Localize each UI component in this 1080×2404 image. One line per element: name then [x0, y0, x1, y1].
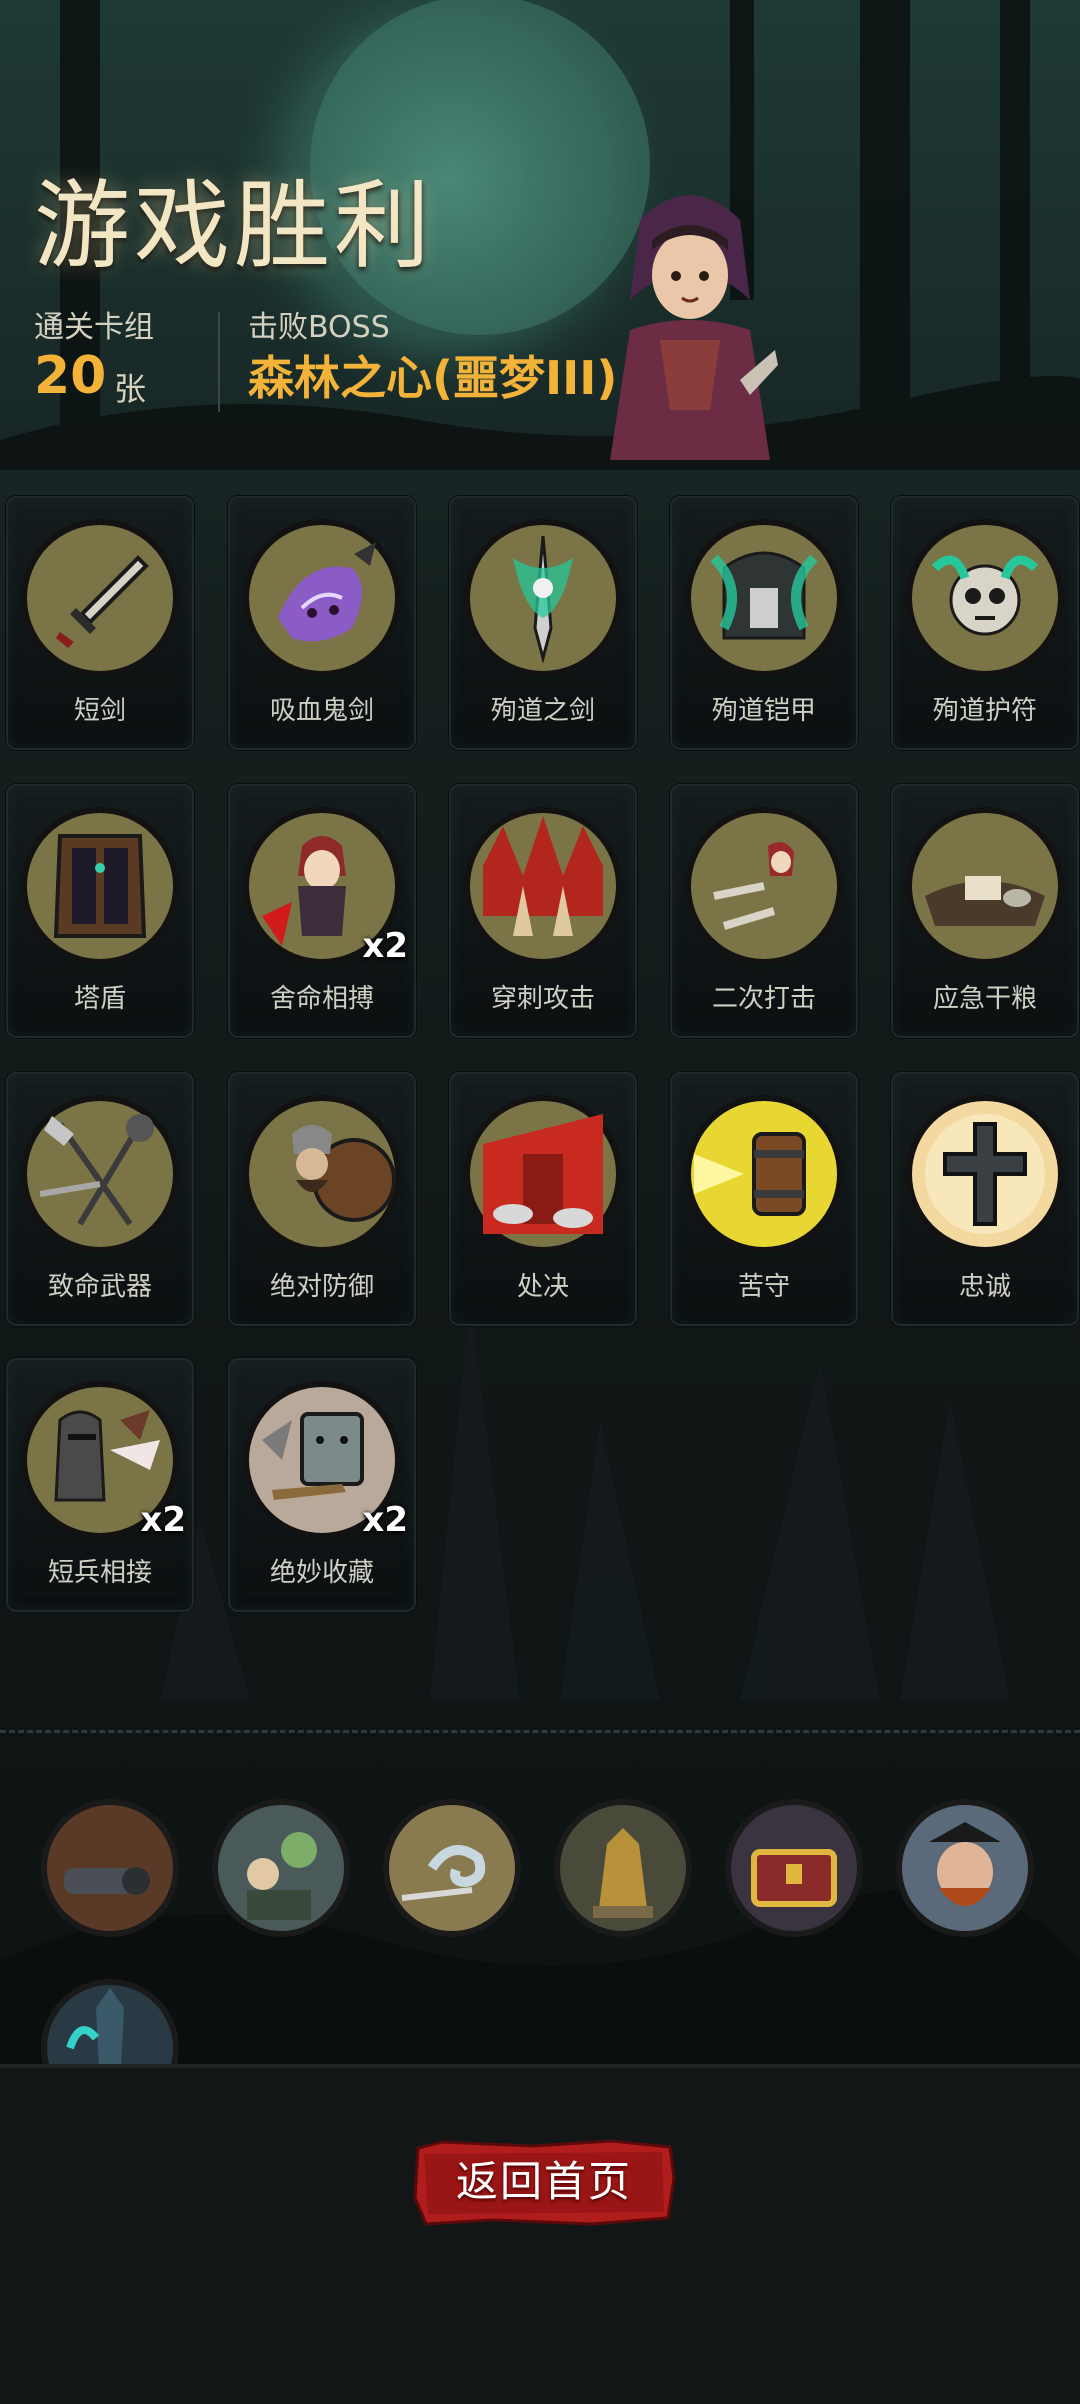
card-name: 绝对防御	[269, 1272, 374, 1302]
deck-card[interactable]: 处决	[449, 1072, 637, 1326]
deck-card[interactable]: 舍命相搏 x2	[228, 784, 416, 1038]
card-name: 致命武器	[47, 1272, 152, 1302]
wind-swirl-relic-icon[interactable]	[382, 1798, 522, 1938]
deck-card[interactable]: 塔盾	[6, 784, 194, 1038]
deck-card[interactable]: 苦守	[670, 1072, 858, 1326]
emergency-ration-icon	[906, 807, 1064, 965]
treasure-chest-relic-icon[interactable]	[724, 1798, 864, 1938]
tower-shield-icon	[21, 807, 179, 965]
deck-card[interactable]: 忠诚	[891, 1072, 1079, 1326]
absolute-defense-icon	[243, 1095, 401, 1253]
section-divider	[0, 1730, 1080, 1733]
card-name: 短兵相接	[47, 1558, 152, 1588]
execute-icon	[464, 1095, 622, 1253]
pierce-attack-icon	[464, 807, 622, 965]
return-home-label: 返回首页	[455, 2157, 632, 2206]
card-name: 苦守	[737, 1272, 790, 1302]
deck-unit: 张	[114, 370, 147, 408]
card-name: 绝妙收藏	[269, 1558, 374, 1588]
return-home-button[interactable]: 返回首页	[412, 2138, 676, 2226]
card-name: 短剑	[73, 696, 126, 726]
deck-card[interactable]: 绝妙收藏 x2	[228, 1358, 416, 1612]
deck-card[interactable]: 短剑	[6, 496, 194, 750]
card-name: 吸血鬼剑	[269, 696, 374, 726]
card-name: 二次打击	[711, 984, 816, 1014]
dagger-icon	[21, 519, 179, 677]
card-name: 穿刺攻击	[490, 984, 595, 1014]
card-name: 殉道护符	[932, 696, 1037, 726]
victory-title: 游戏胜利	[34, 170, 434, 282]
boss-name: 森林之心(噩梦III)	[248, 351, 618, 405]
result-header: 游戏胜利 通关卡组 20 张 击败BOSS 森林之心(噩梦III)	[0, 0, 1080, 460]
card-name: 塔盾	[73, 984, 126, 1014]
card-name: 舍命相搏	[269, 984, 374, 1014]
card-name: 应急干粮	[932, 984, 1037, 1014]
deck-card[interactable]: 穿刺攻击	[449, 784, 637, 1038]
deadly-weapons-icon	[21, 1095, 179, 1253]
vampire-sword-icon	[243, 519, 401, 677]
deck-card[interactable]: 短兵相接 x2	[6, 1358, 194, 1612]
deck-card[interactable]: 殉道铠甲	[670, 496, 858, 750]
card-count-badge: x2	[362, 1500, 408, 1540]
card-count-badge: x2	[362, 926, 408, 966]
deck-card[interactable]: 吸血鬼剑	[228, 496, 416, 750]
deck-card[interactable]: 殉道之剑	[449, 496, 637, 750]
deck-card[interactable]: 绝对防御	[228, 1072, 416, 1326]
zombie-scholar-relic-icon[interactable]	[211, 1798, 351, 1938]
stat-divider	[218, 312, 220, 412]
martyr-sword-icon	[464, 519, 622, 677]
deck-card[interactable]: 殉道护符	[891, 496, 1079, 750]
deck-card[interactable]: 二次打击	[670, 784, 858, 1038]
hold-fast-icon	[685, 1095, 843, 1253]
martyr-amulet-icon	[906, 519, 1064, 677]
card-name: 忠诚	[958, 1272, 1011, 1302]
golden-statue-relic-icon[interactable]	[553, 1798, 693, 1938]
deck-count: 20	[34, 346, 107, 406]
card-count-badge: x2	[140, 1500, 186, 1540]
hooded-hero-portrait	[610, 195, 778, 460]
card-name: 殉道之剑	[490, 696, 595, 726]
double-strike-icon	[685, 807, 843, 965]
boss-label: 击败BOSS	[248, 310, 390, 345]
pirate-relic-icon[interactable]	[895, 1798, 1035, 1938]
deck-card[interactable]: 致命武器	[6, 1072, 194, 1326]
bottom-panel	[0, 2064, 1080, 2404]
martyr-armor-icon	[685, 519, 843, 677]
card-name: 处决	[516, 1272, 569, 1302]
cannon-relic-icon[interactable]	[40, 1798, 180, 1938]
deck-card[interactable]: 应急干粮	[891, 784, 1079, 1038]
card-name: 殉道铠甲	[711, 696, 816, 726]
loyalty-cross-icon	[906, 1095, 1064, 1253]
deck-label: 通关卡组	[34, 310, 154, 345]
